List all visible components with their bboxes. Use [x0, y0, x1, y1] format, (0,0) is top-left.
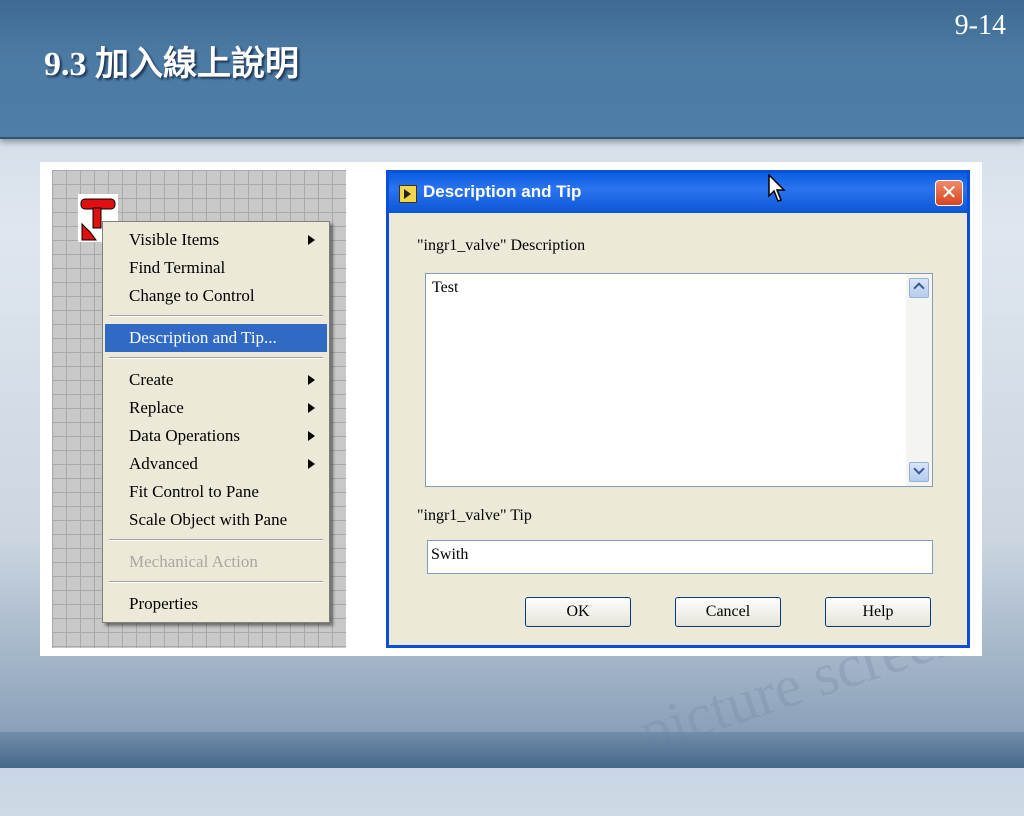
menu-item-change-to-control[interactable]: Change to Control: [105, 282, 327, 310]
tip-input[interactable]: Swith: [427, 540, 933, 574]
submenu-arrow-icon: [308, 431, 315, 441]
menu-item-description-and-tip[interactable]: Description and Tip...: [105, 324, 327, 352]
menu-item-label: Replace: [129, 398, 184, 417]
menu-item-label: Find Terminal: [129, 258, 226, 277]
screenshot-panel: Visible Items Find Terminal Change to Co…: [40, 162, 982, 656]
menu-separator: [109, 357, 323, 359]
description-scrollbar[interactable]: [906, 274, 932, 486]
slide-title: 9.3 加入線上說明: [44, 46, 299, 83]
menu-item-label: Properties: [129, 594, 198, 613]
menu-item-data-operations[interactable]: Data Operations: [105, 422, 327, 450]
menu-item-fit-control-to-pane[interactable]: Fit Control to Pane: [105, 478, 327, 506]
dialog-title: Description and Tip: [423, 182, 582, 201]
menu-item-label: Description and Tip...: [129, 328, 277, 347]
submenu-arrow-icon: [308, 459, 315, 469]
front-panel-grid: Visible Items Find Terminal Change to Co…: [52, 170, 346, 648]
menu-separator: [109, 539, 323, 541]
close-button[interactable]: ✕: [935, 180, 963, 206]
dialog-titlebar[interactable]: Description and Tip ✕: [389, 173, 967, 213]
submenu-arrow-icon: [308, 403, 315, 413]
menu-item-create[interactable]: Create: [105, 366, 327, 394]
menu-item-replace[interactable]: Replace: [105, 394, 327, 422]
menu-separator: [109, 315, 323, 317]
menu-item-find-terminal[interactable]: Find Terminal: [105, 254, 327, 282]
mouse-cursor-icon: [768, 174, 786, 202]
submenu-arrow-icon: [308, 235, 315, 245]
help-button[interactable]: Help: [825, 597, 931, 627]
menu-item-label: Scale Object with Pane: [129, 510, 288, 529]
menu-item-label: Advanced: [129, 454, 198, 473]
scroll-down-icon[interactable]: [909, 462, 929, 482]
tip-text: Swith: [431, 546, 469, 563]
description-textarea[interactable]: Test: [425, 273, 933, 487]
submenu-arrow-icon: [308, 375, 315, 385]
labview-app-icon: [399, 185, 417, 203]
menu-item-visible-items[interactable]: Visible Items: [105, 226, 327, 254]
description-label: "ingr1_valve" Description: [417, 237, 586, 254]
bottom-band: [0, 732, 1024, 768]
slide-header: 9-14 9.3 加入線上說明: [0, 0, 1024, 139]
context-menu: Visible Items Find Terminal Change to Co…: [102, 221, 330, 623]
menu-separator: [109, 581, 323, 583]
menu-item-advanced[interactable]: Advanced: [105, 450, 327, 478]
menu-item-mechanical-action: Mechanical Action: [105, 548, 327, 576]
description-text: Test: [432, 279, 459, 296]
menu-item-label: Mechanical Action: [129, 552, 258, 571]
scroll-up-icon[interactable]: [909, 278, 929, 298]
ok-button[interactable]: OK: [525, 597, 631, 627]
close-icon: ✕: [940, 180, 958, 204]
page-number: 9-14: [954, 10, 1006, 41]
menu-item-label: Fit Control to Pane: [129, 482, 259, 501]
menu-item-label: Data Operations: [129, 426, 240, 445]
tip-label: "ingr1_valve" Tip: [417, 507, 532, 524]
menu-item-properties[interactable]: Properties: [105, 590, 327, 618]
description-and-tip-dialog: Description and Tip ✕ "ingr1_valve" Desc…: [386, 170, 970, 648]
menu-item-label: Create: [129, 370, 174, 389]
menu-item-scale-object-with-pane[interactable]: Scale Object with Pane: [105, 506, 327, 534]
menu-item-label: Change to Control: [129, 286, 255, 305]
cancel-button[interactable]: Cancel: [675, 597, 781, 627]
menu-item-label: Visible Items: [129, 230, 220, 249]
